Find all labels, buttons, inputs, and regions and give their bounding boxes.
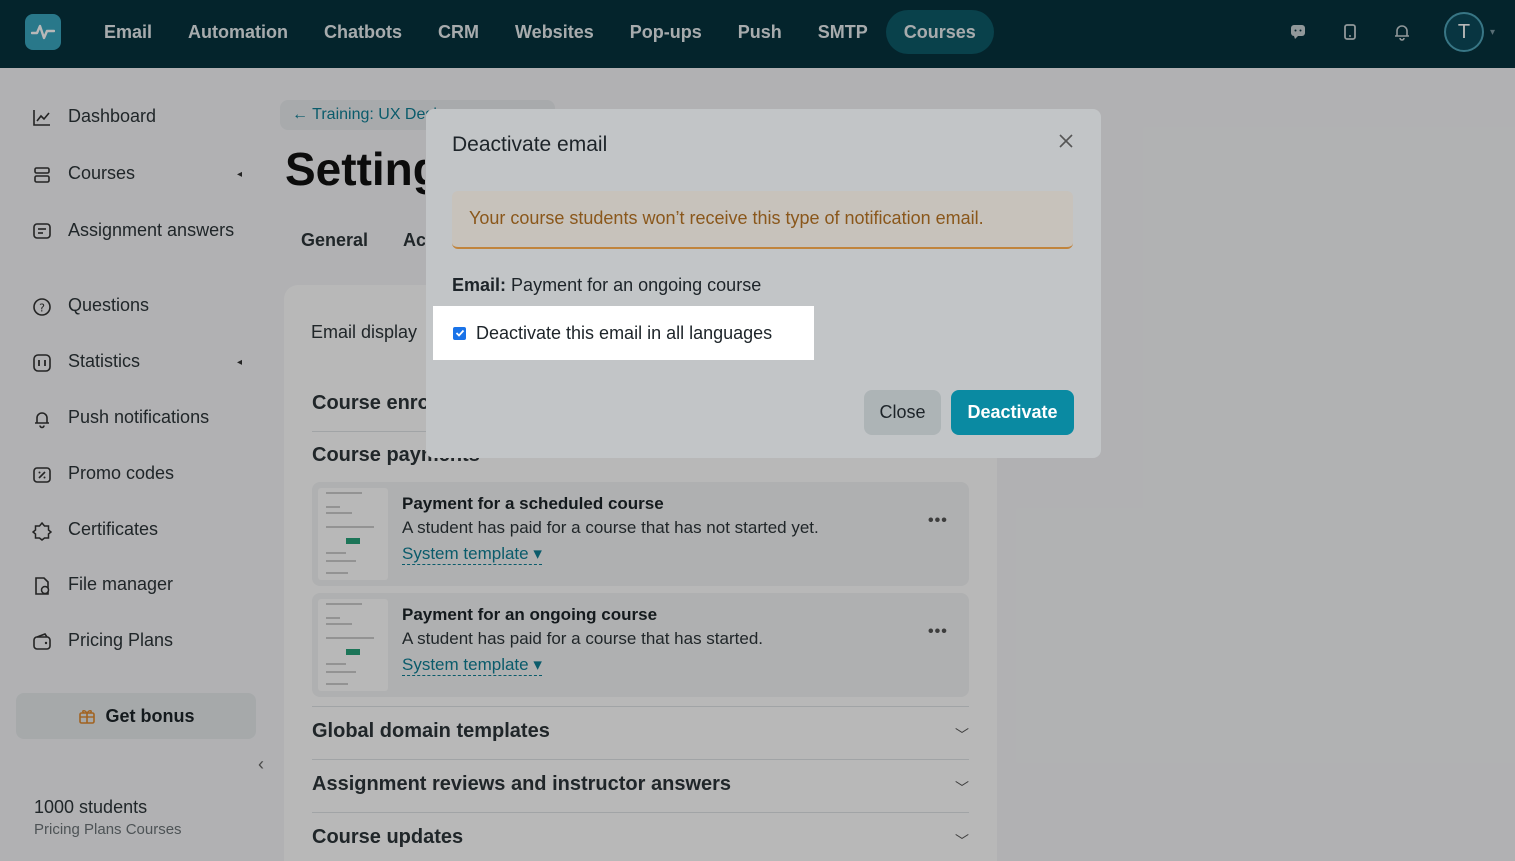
dialog-title: Deactivate email [452, 133, 608, 156]
deactivate-all-languages-checkbox[interactable] [453, 326, 466, 340]
checkbox-label: Deactivate this email in all languages [476, 322, 773, 343]
deactivate-button[interactable]: Deactivate [951, 390, 1074, 435]
deactivate-all-languages-option[interactable]: Deactivate this email in all languages [433, 306, 814, 360]
email-label: Email: [452, 275, 507, 295]
close-icon[interactable] [1056, 131, 1076, 151]
close-button[interactable]: Close [864, 390, 941, 435]
email-info: Email: Payment for an ongoing course [452, 275, 761, 296]
email-value: Payment for an ongoing course [511, 275, 762, 295]
deactivate-email-dialog: Deactivate email Your course students wo… [426, 109, 1101, 458]
warning-message: Your course students won’t receive this … [452, 191, 1073, 249]
